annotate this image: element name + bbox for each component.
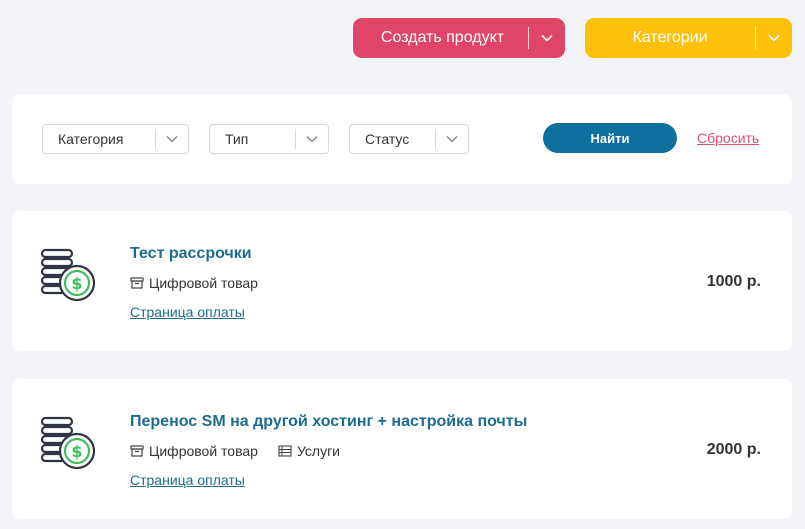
- status-select[interactable]: Статус: [349, 124, 469, 154]
- tag-digital: Цифровой товар: [130, 443, 258, 459]
- filter-panel: Категория Тип Статус Найти Сбросить: [12, 94, 792, 184]
- list-icon: [278, 445, 292, 457]
- tag-label: Цифровой товар: [149, 275, 258, 291]
- chevron-down-icon[interactable]: [756, 18, 792, 58]
- tag-label: Услуги: [296, 443, 340, 459]
- coins-dollar-icon: $: [40, 416, 96, 470]
- product-card: $ Перенос SM на другой хостинг + настрой…: [12, 379, 792, 519]
- chevron-down-icon: [156, 135, 188, 143]
- type-select-value: Тип: [225, 131, 249, 147]
- chevron-down-icon[interactable]: [529, 18, 565, 58]
- product-card: $ Тест рассрочки Цифровой товар Страница…: [12, 211, 792, 351]
- tag-label: Цифровой товар: [149, 443, 258, 459]
- categories-button[interactable]: Категории: [585, 18, 792, 58]
- box-icon: [130, 445, 144, 457]
- create-product-button[interactable]: Создать продукт: [353, 18, 565, 58]
- category-select-value: Категория: [58, 131, 124, 147]
- coins-dollar-icon: $: [40, 248, 96, 302]
- chevron-down-icon: [436, 135, 468, 143]
- find-button[interactable]: Найти: [543, 123, 677, 153]
- reset-link[interactable]: Сбросить: [697, 130, 759, 146]
- categories-label: Категории: [632, 29, 708, 46]
- payment-page-link[interactable]: Страница оплаты: [130, 304, 245, 320]
- payment-page-link[interactable]: Страница оплаты: [130, 472, 245, 488]
- product-price: 2000 р.: [706, 441, 761, 458]
- box-icon: [130, 277, 144, 289]
- tag-digital: Цифровой товар: [130, 275, 258, 291]
- category-select[interactable]: Категория: [42, 124, 189, 154]
- product-tags: Цифровой товар Услуги: [130, 443, 360, 459]
- svg-text:$: $: [71, 442, 82, 461]
- type-select[interactable]: Тип: [209, 124, 329, 154]
- svg-text:$: $: [71, 274, 82, 293]
- chevron-down-icon: [296, 135, 328, 143]
- product-tags: Цифровой товар: [130, 275, 278, 291]
- status-select-value: Статус: [365, 131, 410, 147]
- tag-services: Услуги: [278, 443, 340, 459]
- product-title[interactable]: Тест рассрочки: [130, 245, 252, 263]
- create-product-label: Создать продукт: [380, 29, 505, 46]
- product-title[interactable]: Перенос SM на другой хостинг + настройка…: [130, 413, 527, 431]
- product-price: 1000 р.: [706, 273, 761, 290]
